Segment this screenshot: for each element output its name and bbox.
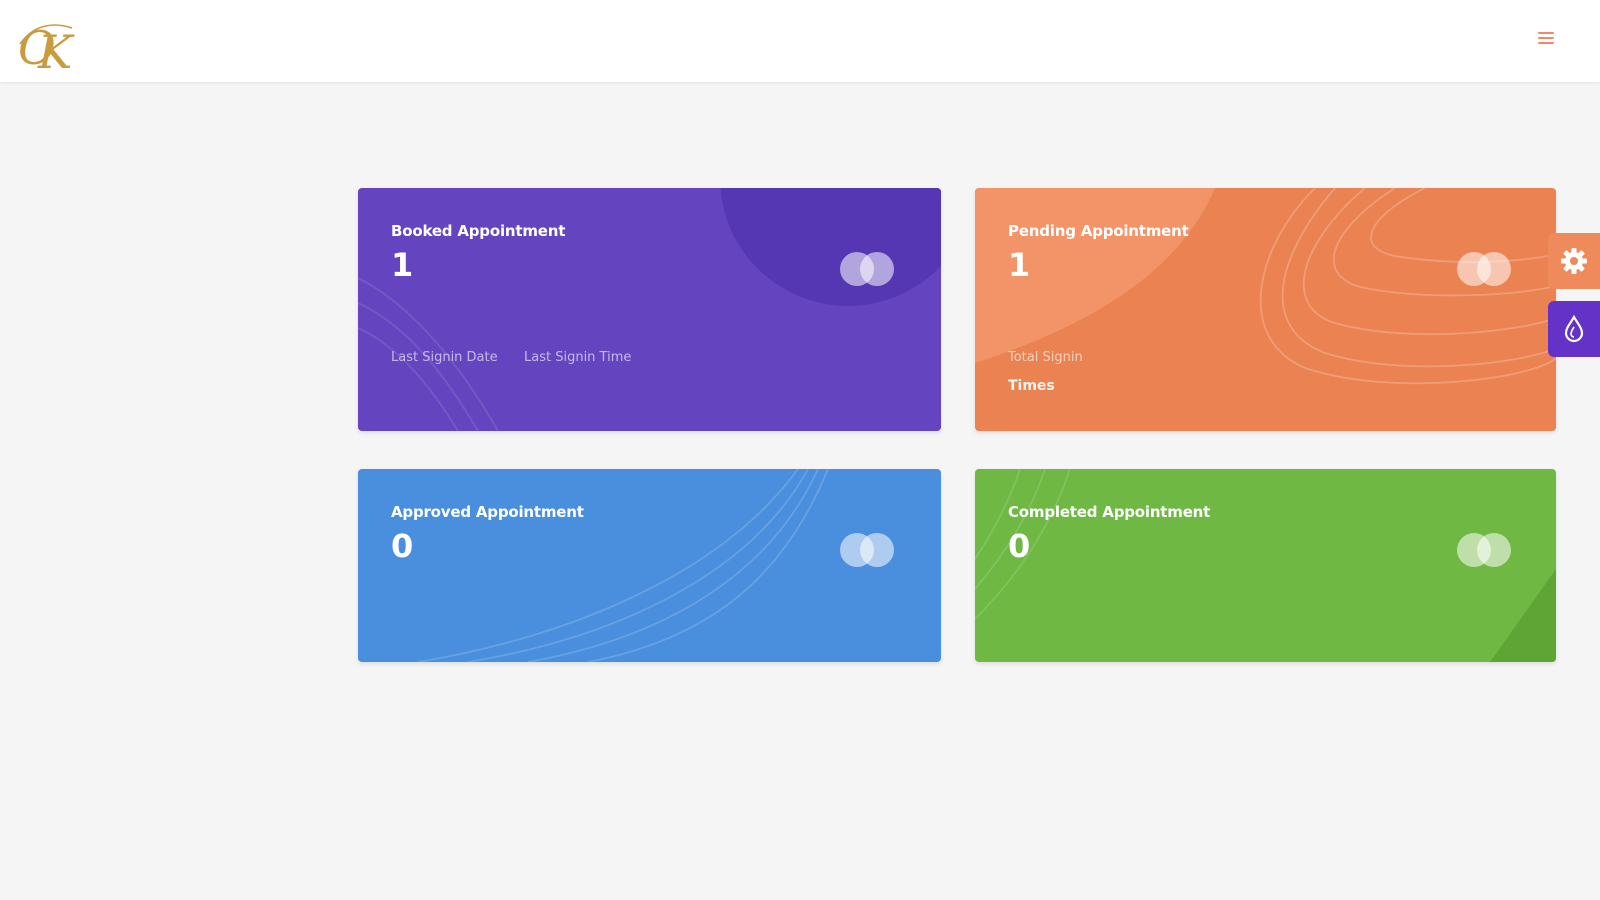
card-title: Approved Appointment [391,503,584,521]
booked-appointment-card[interactable]: Booked Appointment 1 Last Signin Date La… [358,188,941,431]
pending-appointment-card[interactable]: Pending Appointment 1 Total Signin Times [975,188,1556,431]
card-count: 1 [391,246,414,284]
gear-icon [1561,248,1587,274]
ok-logo[interactable]: O K [14,14,76,76]
card-count: 0 [391,527,414,565]
total-signin-label: Total Signin [1008,350,1083,365]
settings-button[interactable] [1548,233,1600,289]
overlapping-circles-icon [1457,533,1511,567]
overlapping-circles-icon [840,533,894,567]
total-signin-value: Times [1008,378,1055,394]
completed-appointment-card[interactable]: Completed Appointment 0 [975,469,1556,662]
theme-color-button[interactable] [1548,301,1600,357]
card-count: 0 [1008,527,1031,565]
top-navbar: O K [0,0,1600,82]
overlapping-circles-icon [840,252,894,286]
card-count: 1 [1008,246,1031,284]
svg-text:K: K [37,25,75,76]
droplet-icon [1564,315,1584,343]
card-title: Booked Appointment [391,222,566,240]
last-signin-date-label: Last Signin Date [391,350,498,365]
approved-appointment-card[interactable]: Approved Appointment 0 [358,469,941,662]
card-title: Pending Appointment [1008,222,1189,240]
overlapping-circles-icon [1457,252,1511,286]
last-signin-time-label: Last Signin Time [524,350,632,365]
card-title: Completed Appointment [1008,503,1211,521]
hamburger-menu-icon[interactable] [1538,31,1556,45]
